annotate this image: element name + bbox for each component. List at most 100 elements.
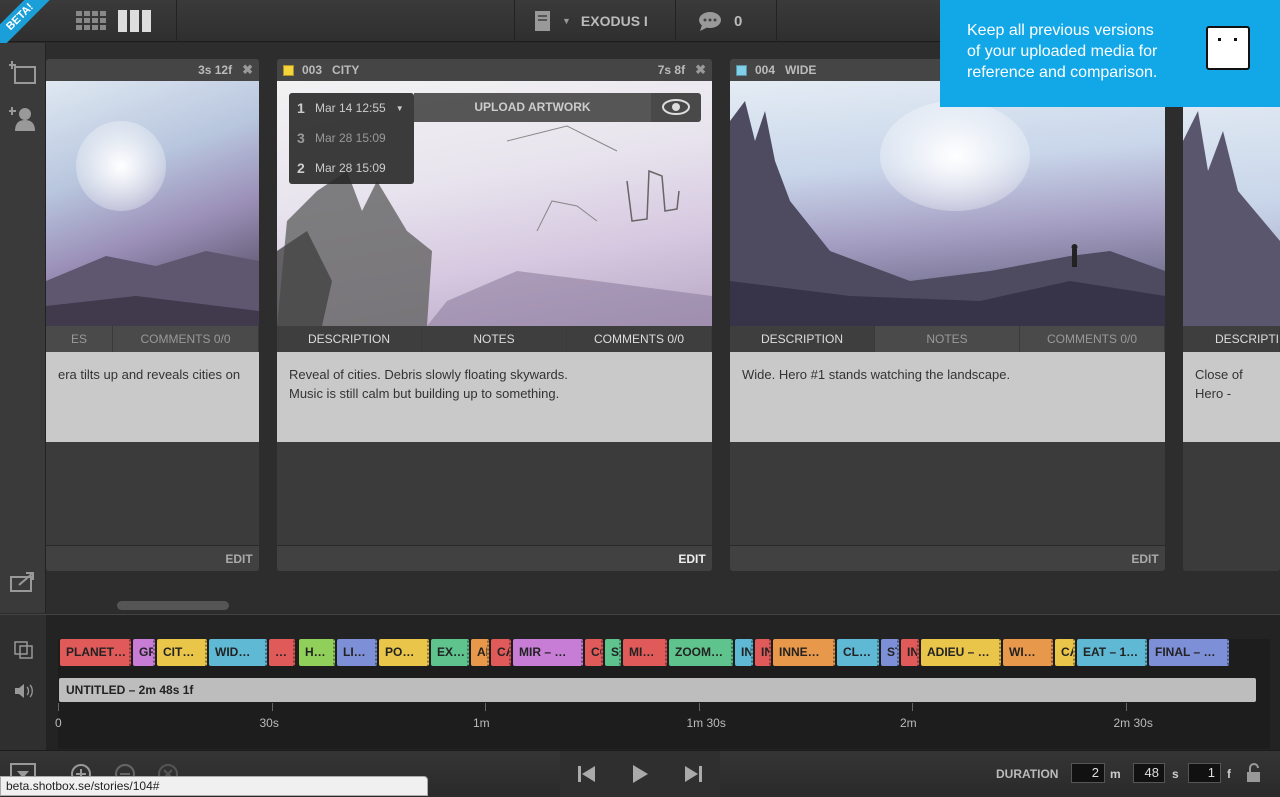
timeline-clip[interactable]: IN [901, 639, 919, 666]
tick-label: 2m 30s [1113, 716, 1153, 730]
version-list: 1 Mar 14 12:55 ▼ 3 Mar 28 15:09 2 Mar 28 15:… [289, 93, 414, 184]
version-item[interactable]: 3 Mar 28 15:09 [289, 123, 414, 153]
timeline-clip[interactable]: CA [1055, 639, 1075, 666]
skip-back-icon[interactable] [577, 765, 597, 783]
tick-label: 1m [473, 716, 490, 730]
timeline-clip[interactable]: EX… [431, 639, 469, 666]
tab-description[interactable]: DESCRIPTI [1183, 326, 1280, 352]
edit-button[interactable]: EDIT [1125, 546, 1165, 571]
card-tabs: DESCRIPTION NOTES COMMENTS 0/0 [730, 326, 1165, 352]
tab-description[interactable]: DESCRIPTION [730, 326, 875, 352]
color-swatch[interactable] [736, 64, 747, 76]
column-view-icon[interactable] [118, 10, 152, 32]
preview-toggle[interactable] [651, 93, 701, 122]
play-icon[interactable] [630, 764, 650, 784]
timeline-clip[interactable]: … [269, 639, 295, 666]
timeline-clip[interactable]: ADIEU – … [921, 639, 1001, 666]
add-user-icon[interactable] [9, 105, 37, 133]
shot-card-005[interactable]: DESCRIPTI Close of Hero - [1183, 59, 1280, 571]
timeline-clip[interactable]: EAT – 1… [1077, 639, 1147, 666]
timeline-clip[interactable]: WID… [209, 639, 267, 666]
tick-label: 1m 30s [686, 716, 726, 730]
timeline-clip[interactable]: PLANET… [60, 639, 131, 666]
tab-notes[interactable]: NOTES [875, 326, 1020, 352]
strip-scrollbar[interactable] [117, 601, 229, 610]
timeline-clip[interactable]: SI [605, 639, 621, 666]
timeline-clip[interactable]: ST [881, 639, 899, 666]
card-number: 004 [755, 63, 776, 77]
share-icon[interactable] [9, 569, 37, 597]
card-header: 003 CITY 7s 8f ✖ [277, 59, 712, 81]
audio-track-icon[interactable] [14, 683, 34, 699]
duration-seconds-input[interactable]: 48 [1133, 763, 1165, 783]
video-track-icon[interactable] [14, 641, 34, 659]
eye-icon [662, 99, 690, 115]
tab-comments[interactable]: COMMENTS 0/0 [567, 326, 712, 352]
book-icon [535, 11, 550, 31]
comments-button[interactable]: 0 [698, 0, 742, 42]
upload-artwork-button[interactable]: UPLOAD ARTWORK [414, 93, 651, 122]
skip-forward-icon[interactable] [683, 765, 703, 783]
shot-card-002[interactable]: 3s 12f ✖ ES COMMENTS 0/0 era tilts up an… [46, 59, 259, 571]
card-description: era tilts up and reveals cities on [46, 352, 259, 442]
card-description[interactable]: Reveal of cities. Debris slowly floating… [277, 352, 712, 442]
timeline-clip[interactable]: IN [755, 639, 771, 666]
card-tabs: ES COMMENTS 0/0 [46, 326, 259, 352]
timeline-clip[interactable]: CL… [837, 639, 879, 666]
timeline-clip[interactable]: LI… [337, 639, 377, 666]
timeline-clip[interactable]: AI [471, 639, 489, 666]
tab-comments[interactable]: COMMENTS 0/0 [113, 326, 259, 352]
edit-button[interactable]: EDIT [219, 546, 259, 571]
dropdown-arrow-icon: ▼ [395, 103, 404, 113]
duration-frames-input[interactable]: 1 [1188, 763, 1221, 783]
tab-notes[interactable]: NOTES [422, 326, 567, 352]
card-tabs: DESCRIPTI [1183, 326, 1280, 352]
timeline-clip[interactable]: CIT… [157, 639, 207, 666]
story-title: EXODUS I [580, 13, 648, 29]
tab-description[interactable]: ES [46, 326, 113, 352]
card-header: 3s 12f ✖ [46, 59, 259, 81]
timeline-clip[interactable]: CA [491, 639, 511, 666]
tab-description[interactable]: DESCRIPTION [277, 326, 422, 352]
timeline-clip[interactable]: H… [299, 639, 335, 666]
card-footer: EDIT [730, 545, 1165, 571]
tab-comments[interactable]: COMMENTS 0/0 [1020, 326, 1165, 352]
timeline-clip[interactable]: ZOOM… [669, 639, 733, 666]
version-item[interactable]: 2 Mar 28 15:09 [289, 153, 414, 183]
version-item[interactable]: 1 Mar 14 12:55 ▼ [289, 93, 414, 123]
tick-mark [271, 703, 273, 711]
timeline-clip[interactable]: PO… [379, 639, 429, 666]
timeline-clip[interactable]: IN [735, 639, 753, 666]
left-toolbar [0, 43, 46, 613]
close-icon[interactable]: ✖ [242, 62, 253, 78]
duration-minutes-input[interactable]: 2 [1071, 763, 1105, 783]
shot-card-003[interactable]: 003 CITY 7s 8f ✖ 1 Mar 14 12:55 ▼ 3 Mar 28 … [277, 59, 712, 571]
description-line: Reveal of cities. Debris slowly floating… [289, 367, 568, 382]
timeline-clip[interactable]: MIR – … [513, 639, 583, 666]
tick-mark [1125, 703, 1127, 711]
tick-mark [912, 703, 913, 711]
card-title: CITY [332, 63, 360, 77]
card-description[interactable]: Wide. Hero #1 stands watching the landsc… [730, 352, 1165, 442]
tip-mascot-icon [1206, 26, 1250, 70]
audio-track-bar[interactable]: UNTITLED – 2m 48s 1f [59, 678, 1256, 702]
timeline-clip[interactable]: WI… [1003, 639, 1053, 666]
tick-label: 2m [900, 716, 917, 730]
timeline-clip[interactable]: CC [585, 639, 603, 666]
timeline-clip[interactable]: GR [133, 639, 155, 666]
status-url: beta.shotbox.se/stories/104# [0, 776, 428, 796]
tick-mark [485, 703, 486, 711]
description-line: Music is still calm but building up to s… [289, 386, 560, 401]
unlock-icon[interactable] [1245, 763, 1263, 783]
grid-view-icon[interactable] [76, 11, 106, 31]
timeline-clip[interactable]: FINAL – … [1149, 639, 1229, 666]
close-icon[interactable]: ✖ [695, 62, 706, 78]
timeline-clip[interactable]: MI… [623, 639, 667, 666]
edit-button[interactable]: EDIT [672, 546, 712, 571]
shot-card-004[interactable]: 004 WIDE DESCRIPTION NOTES COMMENTS 0/0 … [730, 59, 1165, 571]
story-selector[interactable]: ▼ EXODUS I [532, 0, 648, 42]
shot-artwork-image: 1 Mar 14 12:55 ▼ 3 Mar 28 15:09 2 Mar 28 15:… [277, 81, 712, 326]
timeline-clip[interactable]: INNE… [773, 639, 835, 666]
color-swatch[interactable] [283, 64, 294, 76]
add-shot-icon[interactable] [9, 61, 37, 89]
